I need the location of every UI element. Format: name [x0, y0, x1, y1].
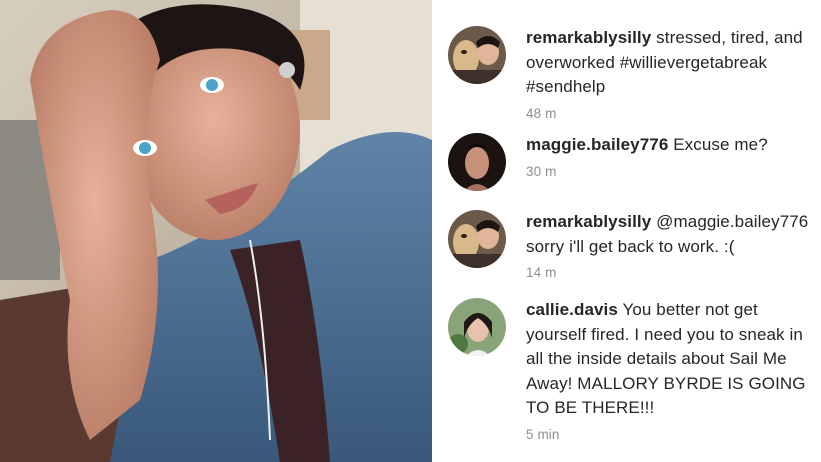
woman-avatar[interactable] [448, 133, 506, 191]
comment-time: 30 m [526, 163, 557, 179]
comments-panel: remarkablysilly stressed, tired, and ove… [432, 0, 821, 462]
comment-username[interactable]: maggie.bailey776 [526, 135, 668, 154]
post-photo [0, 0, 432, 462]
dog-and-man-avatar[interactable] [448, 26, 506, 84]
dog-and-man-avatar[interactable] [448, 210, 506, 268]
comment-username[interactable]: remarkablysilly [526, 212, 651, 231]
comment-time: 14 m [526, 265, 557, 280]
comment-text: Excuse me? [673, 135, 768, 154]
comment-time: 5 min [526, 426, 560, 442]
comment-time: 48 m [526, 105, 557, 121]
comment-username[interactable]: callie.davis [526, 300, 618, 319]
comment-username[interactable]: remarkablysilly [526, 28, 651, 47]
girl-avatar[interactable] [448, 298, 506, 356]
